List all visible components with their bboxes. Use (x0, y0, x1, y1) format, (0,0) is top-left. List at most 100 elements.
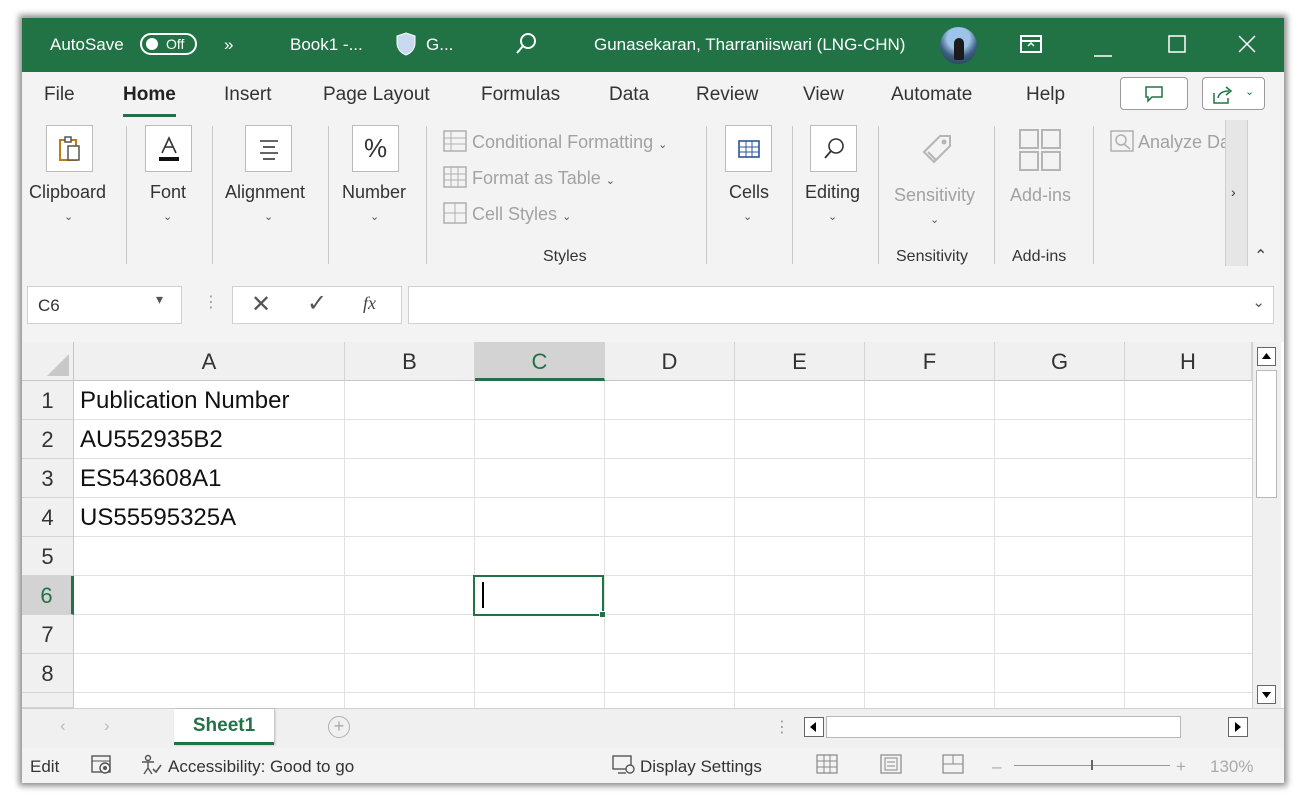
column-header-d[interactable]: D (605, 342, 735, 381)
tab-file[interactable]: File (44, 84, 75, 106)
column-header-b[interactable]: B (345, 342, 475, 381)
drag-handle-icon[interactable]: ⋮ (203, 292, 219, 312)
display-settings-icon[interactable] (612, 754, 636, 781)
select-all-button[interactable] (22, 342, 74, 381)
name-box[interactable]: C6 ▾ (27, 286, 182, 324)
row-header-2[interactable]: 2 (22, 420, 74, 459)
vertical-scrollbar[interactable] (1252, 342, 1281, 708)
status-bar: Edit Accessibility: Good to go Display S… (22, 748, 1284, 783)
tab-automate[interactable]: Automate (891, 84, 972, 106)
ribbon-scroll-right-button[interactable]: › (1225, 120, 1248, 266)
avatar[interactable] (940, 27, 977, 64)
gridline (474, 381, 475, 708)
column-header-a[interactable]: A (74, 342, 345, 381)
normal-view-icon[interactable] (816, 754, 838, 779)
tab-review[interactable]: Review (696, 84, 758, 106)
sensitivity-label[interactable]: G... (426, 35, 453, 55)
zoom-out-icon[interactable]: – (992, 757, 1001, 777)
column-header-c[interactable]: C (475, 342, 605, 381)
tab-home[interactable]: Home (123, 84, 176, 117)
user-name[interactable]: Gunasekaran, Tharraniiswari (LNG-CHN) (594, 35, 905, 55)
tab-formulas[interactable]: Formulas (481, 84, 560, 106)
share-chevron-icon: ⌄ (1245, 86, 1255, 98)
row-header-9[interactable] (22, 693, 74, 708)
format-as-table-button[interactable]: Format as Table ⌄ (443, 166, 615, 189)
maximize-icon[interactable] (1168, 35, 1186, 58)
conditional-formatting-button[interactable]: Conditional Formatting ⌄ (443, 130, 667, 153)
format-as-table-chevron-icon: ⌄ (605, 175, 615, 187)
display-settings-label[interactable]: Display Settings (640, 757, 762, 777)
macro-recording-icon[interactable] (90, 754, 114, 781)
worksheet-grid[interactable]: A B C D E F G H 1 2 3 4 5 6 7 8 Publicat… (22, 342, 1284, 708)
tab-insert[interactable]: Insert (224, 84, 272, 106)
sensitivity-shield-icon[interactable] (396, 32, 416, 61)
add-sheet-button[interactable]: + (328, 716, 350, 738)
scroll-left-button[interactable] (804, 717, 824, 737)
quick-access-more-button[interactable]: » (224, 35, 233, 55)
gridline (1124, 381, 1125, 708)
page-layout-view-icon[interactable] (880, 754, 902, 779)
cell-a2[interactable]: AU552935B2 (80, 420, 223, 459)
tab-data[interactable]: Data (609, 84, 649, 106)
prev-sheet-icon[interactable]: ‹ (60, 716, 66, 736)
next-sheet-icon[interactable]: › (104, 716, 110, 736)
comments-button[interactable] (1120, 77, 1188, 110)
cell-styles-button[interactable]: Cell Styles ⌄ (443, 202, 571, 225)
enter-check-icon[interactable]: ✓ (307, 289, 327, 318)
row-header-4[interactable]: 4 (22, 498, 74, 537)
expand-formula-bar-icon[interactable]: ⌄ (1252, 293, 1265, 311)
insert-function-button[interactable]: fx (363, 293, 376, 314)
alignment-chevron-icon: ⌄ (264, 211, 274, 223)
name-box-value: C6 (38, 296, 60, 315)
formula-input[interactable]: ⌄ (408, 286, 1274, 324)
collapse-ribbon-icon[interactable]: ⌃ (1254, 246, 1267, 266)
scroll-down-button[interactable] (1257, 685, 1276, 704)
zoom-in-icon[interactable]: + (1176, 757, 1186, 777)
horizontal-scrollbar[interactable] (802, 716, 1258, 738)
page-break-preview-icon[interactable] (942, 754, 964, 779)
zoom-slider[interactable] (1014, 760, 1170, 770)
horizontal-scroll-thumb[interactable] (826, 716, 1181, 738)
minimize-icon[interactable] (1094, 43, 1112, 63)
clipboard-icon (46, 125, 93, 172)
column-header-g[interactable]: G (995, 342, 1125, 381)
search-icon[interactable] (514, 31, 538, 62)
close-icon[interactable] (1238, 35, 1256, 58)
cells-icon (725, 125, 772, 172)
column-header-h[interactable]: H (1125, 342, 1252, 381)
row-header-7[interactable]: 7 (22, 615, 74, 654)
ribbon-display-options-icon[interactable] (1020, 34, 1042, 59)
row-header-3[interactable]: 3 (22, 459, 74, 498)
column-header-f[interactable]: F (865, 342, 995, 381)
addins-grid-icon (1018, 128, 1062, 177)
scroll-right-button[interactable] (1228, 717, 1248, 737)
name-box-dropdown-icon[interactable]: ▾ (156, 291, 163, 308)
scroll-up-button[interactable] (1257, 347, 1276, 366)
cell-a1[interactable]: Publication Number (80, 381, 289, 420)
gridline (74, 497, 1252, 498)
tab-page-layout[interactable]: Page Layout (323, 84, 430, 106)
row-header-1[interactable]: 1 (22, 381, 74, 420)
sheet-tab-sheet1[interactable]: Sheet1 (174, 709, 274, 745)
row-header-6[interactable]: 6 (22, 576, 74, 615)
cell-a3[interactable]: ES543608A1 (80, 459, 221, 498)
vertical-scroll-thumb[interactable] (1256, 370, 1277, 498)
tab-view[interactable]: View (803, 84, 844, 106)
document-title[interactable]: Book1 -... (290, 35, 363, 55)
cell-a4[interactable]: US55595325A (80, 498, 236, 537)
share-button[interactable]: ⌄ (1202, 77, 1265, 110)
autosave-toggle[interactable]: Off (140, 33, 197, 55)
accessibility-status[interactable]: Accessibility: Good to go (168, 757, 354, 777)
analyze-data-button[interactable]: Analyze Da (1110, 130, 1226, 153)
split-handle-icon[interactable]: ⋮ (774, 717, 790, 737)
row-header-8[interactable]: 8 (22, 654, 74, 693)
row-header-5[interactable]: 5 (22, 537, 74, 576)
zoom-level[interactable]: 130% (1210, 757, 1253, 777)
column-header-e[interactable]: E (735, 342, 865, 381)
zoom-slider-thumb[interactable] (1091, 760, 1093, 770)
conditional-formatting-chevron-icon: ⌄ (658, 139, 668, 151)
active-cell-c6[interactable] (473, 575, 606, 618)
cancel-icon[interactable]: ✕ (251, 290, 271, 319)
accessibility-icon[interactable] (140, 754, 162, 781)
tab-help[interactable]: Help (1026, 84, 1065, 106)
